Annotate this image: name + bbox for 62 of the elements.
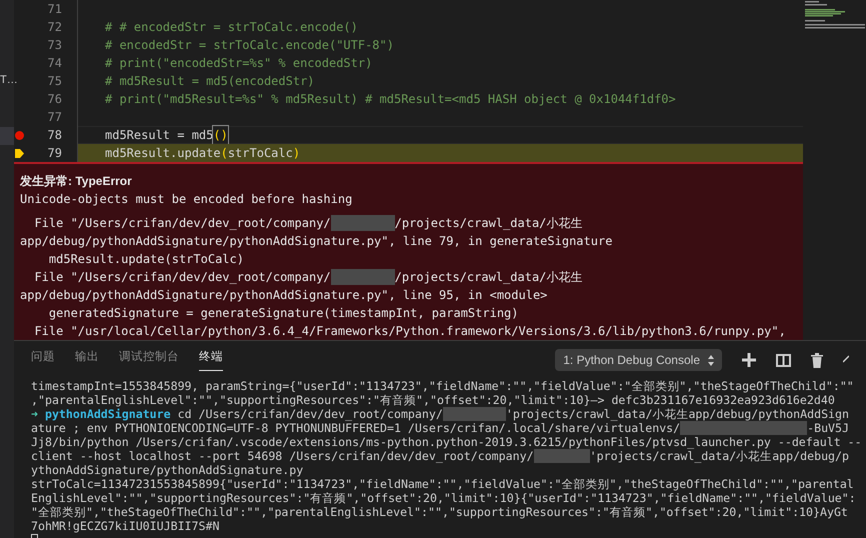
line-number: 77 [46,109,62,126]
panel-tab[interactable]: 输出 [75,349,99,371]
terminal-text: 'projects/crawl_data/小花生app/debug/pythonAddSign [506,407,849,421]
code-comment: # md5Result = md5(encodedStr) [105,73,315,90]
line-number: 78 [46,127,62,144]
stepper-icon [708,354,714,366]
traceback-text: File "/usr/local/Cellar/python/3.6.4_4/Frameworks/Python.framework/Versions/3.6/lib/python3.6/runpy.py", [33,323,786,340]
line-number: 79 [46,145,62,162]
code-comment: # # encodedStr = strToCalc.encode() [105,19,358,36]
trash-icon[interactable] [811,352,823,368]
terminal-text: -BuV5J [807,421,849,435]
terminal-text: ,"parentalEnglishLevel":"","supportingResources":"有音频","offset":20,"limit":10}—> defc3b231167e16932ea923d616e2d40 [31,393,835,407]
bracket: () [213,126,228,144]
code-comment: # encodedStr = strToCalc.encode("UTF-8") [105,37,394,54]
terminal-select[interactable]: 1: Python Debug Console [555,349,722,371]
code-text: strToCalc [228,145,293,162]
redaction-block [442,407,506,421]
line-number: 72 [46,19,62,36]
line-number: 75 [46,73,62,90]
bracket: ( [220,145,228,162]
code-text: md5Result.update [105,145,221,162]
traceback-text: app/debug/pythonAddSignature/pythonAddSignature.py", line 95, in <module> [20,287,548,304]
panel-tab[interactable]: 终端 [199,349,223,371]
traceback-text: app/debug/pythonAddSignature/pythonAddSignature.py", line 79, in generateSignature [20,233,612,250]
line-number: 71 [46,1,62,18]
line-number: 73 [46,37,62,54]
traceback-text: md5Result.update(strToCalc) [48,251,244,268]
traceback-text: File "/Users/crifan/dev/dev_root/company/ [33,269,331,286]
bracket: ) [292,145,300,162]
line-number: 74 [46,55,62,72]
traceback-text: /projects/crawl_data/小花生 [394,269,582,286]
terminal-text: strToCalc=11347231553845899{"userId":"1134723","fieldName":"","fieldValue":"全部类别","theStageOfTheChild":"","parental [31,477,854,491]
terminal-text: ature ; env PYTHONIOENCODING=UTF-8 PYTHONUNBUFFERED=1 /Users/crifan/.local/share/virtualenvs/ [31,421,680,435]
code-comment: # print("encodedStr=%s" % encodedStr) [105,55,372,72]
line-number: 76 [46,91,62,108]
traceback-text: /projects/crawl_data/小花生 [394,215,582,232]
panel-tab[interactable]: 问题 [31,349,55,371]
terminal-text: Jj8/bin/python /Users/crifan/.vscode/extensions/ms-python.python-2019.3.6215/pythonFiles/ptvsd_launcher.py --default -- [31,435,862,449]
exception-title: 发生异常: TypeError [20,173,133,190]
terminal-text: cd /Users/crifan/dev/dev_root/company/ [176,407,443,421]
prompt-directory: pythonAddSignature [44,407,171,421]
panel-tab[interactable]: 调试控制台 [119,349,179,371]
terminal-text: 7ohMR!gECZG7kiIU0IUJBII7S#N [31,519,220,533]
redaction-block [534,449,590,463]
code-text: md5Result = md5 [105,127,214,144]
traceback-text: File "/Users/crifan/dev/dev_root/company/ [33,215,331,232]
plus-icon[interactable] [742,353,756,367]
code-comment: # print("md5Result=%s" % md5Result) # md5Result=<md5 HASH object @ 0x1044f1df0> [105,91,676,108]
terminal-text: 'projects/crawl_data/小花生app/debug/p [590,449,849,463]
redaction-block [330,269,395,285]
redaction-block [330,215,395,231]
terminal-text: client --host localhost --port 54698 /Users/crifan/dev/dev_root/company/ [31,449,534,463]
sidebar-item[interactable]: T… [0,71,14,89]
exception-message: Unicode-objects must be encoded before hashing [20,191,354,208]
prompt-arrow: ➜ [31,407,39,421]
split-icon[interactable] [776,354,791,366]
terminal-text: "全部类别","theStageOfTheChild":"","parentalEnglishLevel":"","supportingResources":"有音频","offset":20,"limit":10}AyGt [31,505,848,519]
terminal-text: ythonAddSignature/pythonAddSignature.py [31,463,304,477]
traceback-text: generatedSignature = generateSignature(timestampInt, paramString) [48,305,518,322]
breakpoint-icon[interactable] [15,130,24,140]
terminal-text: timestampInt=1553845899, paramString={"userId":"1134723","fieldName":"","fieldValue":"全部类别","theStageOfTheChild":"" [31,379,854,393]
terminal-text: EnglishLevel":"","supportingResources":"有音频","offset":20,"limit":10}{"userId":"1134723","fieldName":"","fieldValue": [31,491,856,505]
